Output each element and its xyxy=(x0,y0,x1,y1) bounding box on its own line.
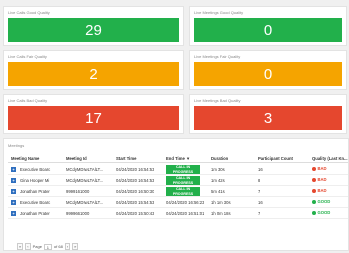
quality-status: BAD xyxy=(312,188,327,193)
expand-icon[interactable]: + xyxy=(11,178,16,183)
tile-title: Live Calls Fair Quality xyxy=(8,54,47,59)
tile-title: Live Meetings Fair Quality xyxy=(194,54,241,59)
status-dot-icon xyxy=(312,210,316,215)
cell-participant-count: 7 xyxy=(258,211,261,216)
quality-label: GOOD xyxy=(317,210,331,215)
tile-live-calls-fair: Live Calls Fair Quality 2 xyxy=(3,50,184,90)
cell-participant-count: 16 xyxy=(258,200,263,205)
cell-duration: 1h 1m 30s xyxy=(211,200,231,205)
table-row[interactable]: + Gina Hooper Mi MCdyMDIwLTAlLT... 04/24… xyxy=(8,175,348,186)
cell-meeting-name: Executive Boarc xyxy=(20,167,51,172)
cell-meeting-name: Executive Boarc xyxy=(20,200,51,205)
meetings-title: Meetings xyxy=(8,143,25,148)
quality-label: BAD xyxy=(317,177,327,182)
call-in-progress-badge: CALL IN PROGRESS xyxy=(166,187,200,196)
cell-duration: 1h 0m 18s xyxy=(211,211,231,216)
next-page-button[interactable]: › xyxy=(64,243,71,250)
tile-value[interactable]: 3 xyxy=(194,106,342,130)
table-row[interactable]: + Executive Boarc MCdyMDIwLTAlLT... 04/2… xyxy=(8,197,348,208)
status-dot-icon xyxy=(312,199,316,204)
cell-end-time: 04/24/2020 16:56:23 xyxy=(166,200,205,205)
quality-status: GOOD xyxy=(312,210,330,215)
cell-participant-count: 7 xyxy=(258,189,261,194)
quality-label: GOOD xyxy=(317,199,331,204)
cell-duration: 5m 41s xyxy=(211,189,225,194)
page-label: Page xyxy=(32,244,42,249)
last-page-button[interactable]: » xyxy=(72,243,79,250)
cell-duration: 1m 42s xyxy=(211,178,225,183)
page-of-label: of 68 xyxy=(53,244,63,249)
tile-value[interactable]: 0 xyxy=(194,18,342,42)
col-meeting-id[interactable]: Meeting Id xyxy=(66,156,87,161)
status-dot-icon xyxy=(312,177,316,182)
tile-title: Live Meetings Bad Quality xyxy=(194,98,241,103)
expand-icon[interactable]: + xyxy=(11,211,16,216)
prev-page-button[interactable]: ‹ xyxy=(25,243,31,250)
quality-status: GOOD xyxy=(312,199,330,204)
col-start-time[interactable]: Start Time xyxy=(116,156,136,161)
cell-start-time: 04/24/2020 15:50:43 xyxy=(116,211,155,216)
call-in-progress-badge: CALL IN PROGRESS xyxy=(166,176,200,185)
cell-start-time: 04/24/2020 15:54:53 xyxy=(116,200,155,205)
status-dot-icon xyxy=(312,188,316,193)
tile-title: Live Calls Good Quality xyxy=(8,10,50,15)
cell-meeting-name: Jonathan Prater xyxy=(20,211,50,216)
col-end-time[interactable]: End Time ▼ xyxy=(166,156,190,161)
tile-live-calls-good: Live Calls Good Quality 29 xyxy=(3,6,184,46)
col-participant-count[interactable]: Participant Count xyxy=(258,156,293,161)
tile-live-meetings-fair: Live Meetings Fair Quality 0 xyxy=(189,50,347,90)
cell-meeting-id: MCdyMDIwLTAlLT... xyxy=(66,200,104,205)
quality-status: BAD xyxy=(312,166,327,171)
col-meeting-name[interactable]: Meeting Name xyxy=(11,156,39,161)
cell-start-time: 04/24/2020 16:50:30 xyxy=(116,189,155,194)
tile-title: Live Calls Bad Quality xyxy=(8,98,48,103)
expand-icon[interactable]: + xyxy=(11,200,16,205)
tile-value[interactable]: 29 xyxy=(8,18,179,42)
tile-value[interactable]: 2 xyxy=(8,62,179,86)
cell-duration: 1m 30s xyxy=(211,167,225,172)
quality-label: BAD xyxy=(317,188,327,193)
cell-meeting-id: 9999161000 xyxy=(66,189,90,194)
cell-start-time: 04/24/2020 16:54:53 xyxy=(116,167,155,172)
cell-end-time: 04/24/2020 16:51:01 xyxy=(166,211,205,216)
cell-meeting-name: Jonathan Prater xyxy=(20,189,50,194)
quality-status: BAD xyxy=(312,177,327,182)
table-row[interactable]: + Executive Boarc MCdyMDIwLTAlLT... 04/2… xyxy=(8,164,348,175)
tile-value[interactable]: 17 xyxy=(8,106,179,130)
cell-meeting-id: MCdyMDIwLTAlLT... xyxy=(66,167,104,172)
cell-meeting-id: MCdyMDIwLTAlLT... xyxy=(66,178,104,183)
cell-participant-count: 8 xyxy=(258,178,261,183)
table-header: Meeting Name Meeting Id Start Time End T… xyxy=(8,154,348,163)
table-row[interactable]: + Jonathan Prater 9999161000 04/24/2020 … xyxy=(8,186,348,197)
col-end-time-label: End Time xyxy=(166,156,185,161)
tile-live-calls-bad: Live Calls Bad Quality 17 xyxy=(3,94,184,134)
cell-meeting-id: 9999661000 xyxy=(66,211,90,216)
expand-icon[interactable]: + xyxy=(11,189,16,194)
col-quality[interactable]: Quality (Last Kn... xyxy=(312,156,348,161)
tile-live-meetings-good: Live Meetings Good Quality 0 xyxy=(189,6,347,46)
tile-value[interactable]: 0 xyxy=(194,62,342,86)
tile-live-meetings-bad: Live Meetings Bad Quality 3 xyxy=(189,94,347,134)
call-in-progress-badge: CALL IN PROGRESS xyxy=(166,165,200,174)
caret-down-icon: ▼ xyxy=(185,156,191,161)
quality-label: BAD xyxy=(317,166,327,171)
table-row[interactable]: + Jonathan Prater 9999661000 04/24/2020 … xyxy=(8,208,348,219)
cell-meeting-name: Gina Hooper Mi xyxy=(20,178,50,183)
tile-title: Live Meetings Good Quality xyxy=(194,10,244,15)
meetings-panel: Meetings Meeting Name Meeting Id Start T… xyxy=(3,138,349,251)
first-page-button[interactable]: « xyxy=(17,243,24,250)
cell-start-time: 04/24/2020 16:54:53 xyxy=(116,178,155,183)
col-duration[interactable]: Duration xyxy=(211,156,228,161)
cell-participant-count: 16 xyxy=(258,167,263,172)
pagination: « ‹ Page 1 of 68 › » xyxy=(17,243,79,250)
page-number-input[interactable]: 1 xyxy=(43,243,52,250)
expand-icon[interactable]: + xyxy=(11,167,16,172)
status-dot-icon xyxy=(312,166,316,171)
